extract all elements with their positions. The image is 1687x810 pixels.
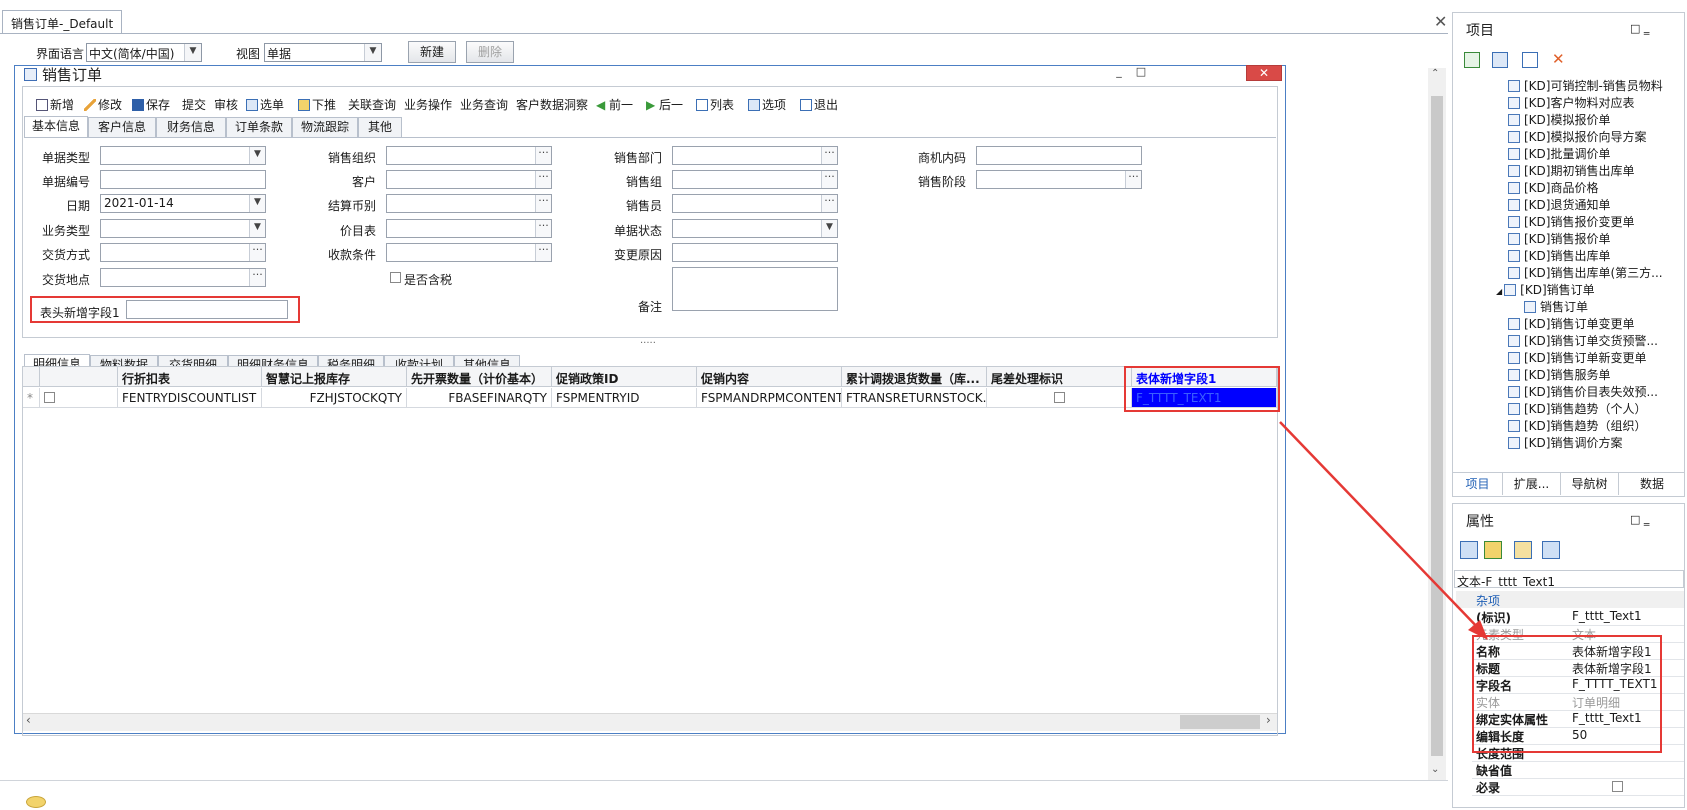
database-icon xyxy=(26,796,46,808)
bottom-divider xyxy=(0,780,1448,781)
annotation-arrow xyxy=(1279,421,1488,640)
